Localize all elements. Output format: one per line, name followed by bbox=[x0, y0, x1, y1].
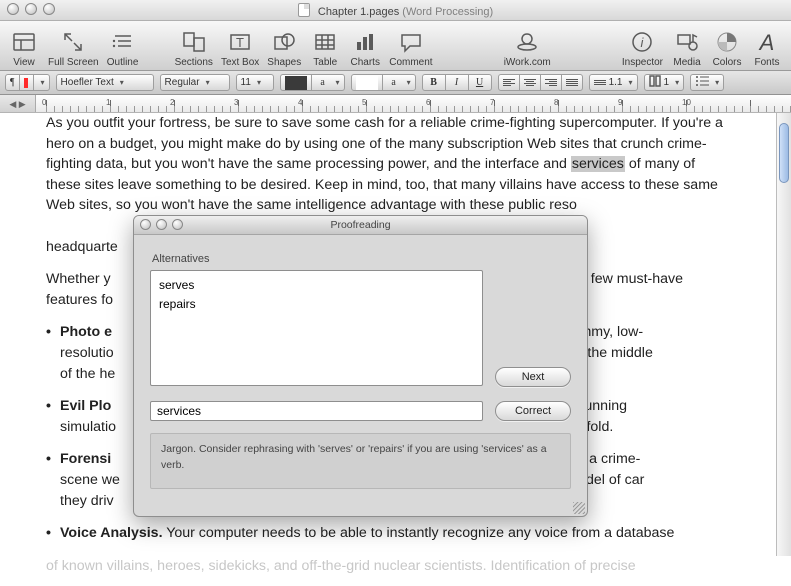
flagged-word[interactable]: services bbox=[571, 156, 625, 172]
ruler-number: 5 bbox=[362, 98, 366, 107]
comment-icon bbox=[389, 27, 432, 57]
panel-close-button[interactable] bbox=[140, 219, 151, 230]
ruler-number: 10 bbox=[682, 98, 691, 107]
ruler-number: 2 bbox=[170, 98, 174, 107]
alternative-item[interactable]: repairs bbox=[159, 295, 474, 314]
media-icon bbox=[671, 27, 703, 57]
underline-button[interactable]: U bbox=[468, 74, 492, 91]
font-size-select[interactable]: 11 bbox=[236, 74, 274, 91]
textbox-icon: T bbox=[221, 27, 259, 57]
sections-icon bbox=[175, 27, 213, 57]
biu-group: B I U bbox=[422, 74, 492, 91]
align-justify-icon bbox=[566, 79, 578, 86]
ruler-number: 4 bbox=[298, 98, 302, 107]
panel-zoom-button[interactable] bbox=[172, 219, 183, 230]
ruler-number: 9 bbox=[618, 98, 622, 107]
align-right-icon bbox=[545, 79, 557, 86]
format-bar: ¶ Hoefler Text Regular 11 a a B I U 1.1 … bbox=[0, 71, 791, 95]
ruler-number: 6 bbox=[426, 98, 430, 107]
document-icon bbox=[298, 3, 310, 17]
svg-text:i: i bbox=[641, 35, 645, 50]
panel-title-label: Proofreading bbox=[330, 219, 390, 231]
ruler-corner: ◀ ▶ bbox=[0, 95, 36, 113]
colors-icon bbox=[711, 27, 743, 57]
list-icon bbox=[695, 75, 709, 90]
columns-icon bbox=[649, 75, 661, 90]
scroll-thumb[interactable] bbox=[779, 123, 789, 183]
alternatives-list[interactable]: serves repairs bbox=[150, 270, 483, 386]
alignment-group bbox=[498, 74, 583, 91]
correct-button[interactable]: Correct bbox=[495, 401, 571, 421]
fonts-icon: A bbox=[751, 27, 783, 57]
line-spacing-select[interactable]: 1.1 bbox=[589, 74, 638, 91]
outline-icon bbox=[107, 27, 139, 57]
fullscreen-button[interactable]: Full Screen bbox=[46, 27, 101, 68]
fonts-button[interactable]: A Fonts bbox=[749, 27, 785, 68]
font-style-select[interactable]: Regular bbox=[160, 74, 230, 91]
inspector-icon: i bbox=[622, 27, 663, 57]
inspector-button[interactable]: i Inspector bbox=[620, 27, 665, 68]
ruler-number: 7 bbox=[490, 98, 494, 107]
align-justify-button[interactable] bbox=[561, 74, 583, 91]
iwork-icon bbox=[504, 27, 551, 57]
font-family-select[interactable]: Hoefler Text bbox=[56, 74, 154, 91]
media-button[interactable]: Media bbox=[669, 27, 705, 68]
svg-text:A: A bbox=[758, 30, 775, 55]
comment-button[interactable]: Comment bbox=[387, 27, 434, 68]
highlight-color-picker[interactable]: a bbox=[351, 74, 416, 91]
proofreading-panel: Proofreading Alternatives serves repairs… bbox=[133, 215, 588, 517]
charts-icon bbox=[349, 27, 381, 57]
alternatives-label: Alternatives bbox=[152, 253, 483, 265]
list-style-select[interactable] bbox=[690, 74, 724, 91]
iwork-button[interactable]: iWork.com bbox=[502, 27, 553, 68]
panel-minimize-button[interactable] bbox=[156, 219, 167, 230]
columns-select[interactable]: 1 bbox=[644, 74, 685, 91]
vertical-scrollbar[interactable] bbox=[776, 113, 791, 556]
next-button[interactable]: Next bbox=[495, 367, 571, 387]
view-button[interactable]: View bbox=[6, 27, 42, 68]
align-left-button[interactable] bbox=[498, 74, 520, 91]
italic-button[interactable]: I bbox=[445, 74, 469, 91]
align-center-icon bbox=[524, 79, 536, 86]
window-title: Chapter 1.pages (Word Processing) bbox=[298, 3, 493, 18]
paragraph-style-picker[interactable]: ¶ bbox=[5, 74, 50, 91]
ruler-number: 0 bbox=[42, 98, 46, 107]
colors-button[interactable]: Colors bbox=[709, 27, 745, 68]
align-left-icon bbox=[503, 79, 515, 86]
table-icon bbox=[309, 27, 341, 57]
line-spacing-icon bbox=[594, 80, 606, 85]
panel-titlebar[interactable]: Proofreading bbox=[134, 216, 587, 235]
ruler-number: 8 bbox=[554, 98, 558, 107]
cutoff-line: of known villains, heroes, sidekicks, an… bbox=[46, 556, 730, 577]
charts-button[interactable]: Charts bbox=[347, 27, 383, 68]
minimize-window-button[interactable] bbox=[25, 3, 37, 15]
zoom-window-button[interactable] bbox=[43, 3, 55, 15]
textbox-button[interactable]: T Text Box bbox=[219, 27, 261, 68]
text-color-picker[interactable]: a bbox=[280, 74, 345, 91]
sections-button[interactable]: Sections bbox=[173, 27, 215, 68]
align-center-button[interactable] bbox=[519, 74, 541, 91]
view-icon bbox=[8, 27, 40, 57]
list-item: Voice Analysis. Your computer needs to b… bbox=[60, 523, 730, 544]
fullscreen-icon bbox=[48, 27, 99, 57]
svg-text:T: T bbox=[236, 35, 244, 50]
horizontal-ruler[interactable]: ◀ ▶ 0 1 2 3 4 5 6 7 8 9 10 bbox=[0, 95, 791, 113]
ruler-number: 3 bbox=[234, 98, 238, 107]
bold-button[interactable]: B bbox=[422, 74, 446, 91]
alternative-item[interactable]: serves bbox=[159, 276, 474, 295]
main-toolbar: View Full Screen Outline Sections T Text… bbox=[0, 21, 791, 71]
word-input[interactable] bbox=[150, 401, 483, 421]
table-button[interactable]: Table bbox=[307, 27, 343, 68]
outline-button[interactable]: Outline bbox=[105, 27, 141, 68]
window-traffic-lights bbox=[7, 3, 55, 15]
window-titlebar: Chapter 1.pages (Word Processing) bbox=[0, 0, 791, 21]
ruler-number: 1 bbox=[106, 98, 110, 107]
align-right-button[interactable] bbox=[540, 74, 562, 91]
shapes-button[interactable]: Shapes bbox=[265, 27, 303, 68]
shapes-icon bbox=[267, 27, 301, 57]
resize-grip-icon[interactable] bbox=[573, 502, 585, 514]
close-window-button[interactable] bbox=[7, 3, 19, 15]
explanation-box: Jargon. Consider rephrasing with 'serves… bbox=[150, 433, 571, 489]
